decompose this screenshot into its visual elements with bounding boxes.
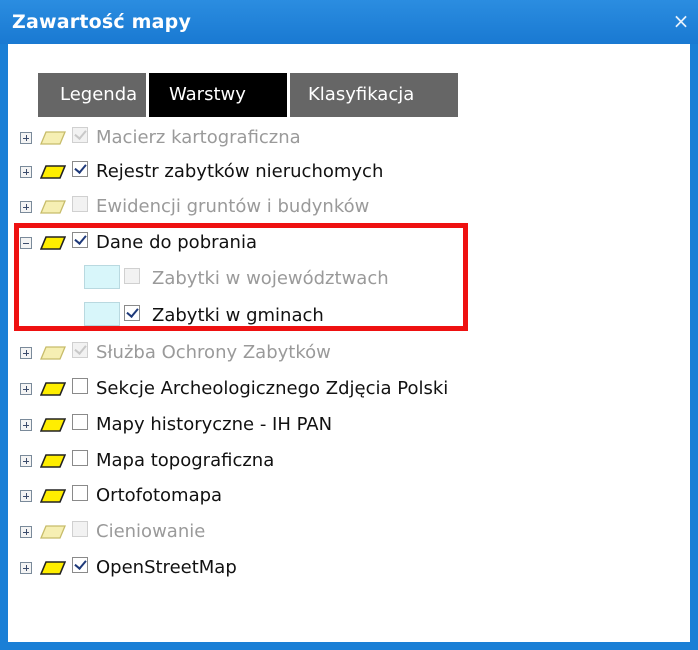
plus-box-icon[interactable] [20,201,32,213]
tab-legenda[interactable]: Legenda [38,73,146,117]
layer-checkbox-ortofotomapa[interactable] [72,485,88,501]
layer-parallelogram-icon [40,454,66,468]
legend-swatch [84,302,120,326]
window-title: Zawartość mapy [12,11,192,33]
close-icon[interactable]: × [670,10,692,32]
plus-box-icon[interactable] [20,490,32,502]
layer-checkbox-topograficzna[interactable] [72,450,88,466]
tab-warstwy[interactable]: Warstwy [149,73,287,117]
layer-label-cieniowanie: Cieniowanie [96,521,206,542]
plus-box-icon[interactable] [20,383,32,395]
layer-label-topograficzna: Mapa topograficzna [96,450,275,471]
layer-parallelogram-icon [40,346,66,360]
sublayer-row-wojewodztwa: Zabytki w województwach [8,265,668,295]
layer-parallelogram-icon [40,525,66,539]
layer-label-osm: OpenStreetMap [96,557,237,578]
tab-klasyfikacja[interactable]: Klasyfikacja [290,73,458,117]
layer-row-mapy-historyczne: Mapy historyczne - IH PAN [8,411,668,441]
layer-checkbox-wojewodztwa[interactable] [124,268,140,284]
plus-box-icon[interactable] [20,132,32,144]
layer-checkbox-osm[interactable] [72,557,88,573]
plus-box-icon[interactable] [20,526,32,538]
layer-checkbox-cieniowanie[interactable] [72,521,88,537]
plus-box-icon[interactable] [20,455,32,467]
layer-label-rejestr: Rejestr zabytków nieruchomych [96,161,384,182]
layer-row-macierz: Macierz kartograficzna [8,124,668,154]
layer-label-wojewodztwa: Zabytki w województwach [152,268,389,289]
layer-parallelogram-icon [40,131,66,145]
layer-parallelogram-icon [40,382,66,396]
plus-box-icon[interactable] [20,562,32,574]
layer-checkbox-dane[interactable] [72,232,88,248]
map-contents-window: Zawartość mapy × Legenda Warstwy Klasyfi… [0,0,698,650]
layer-row-sluzba: Służba Ochrony Zabytków [8,339,668,369]
layer-checkbox-ewidencja[interactable] [72,196,88,212]
plus-box-icon[interactable] [20,347,32,359]
layer-row-cieniowanie: Cieniowanie [8,518,668,548]
layer-label-mapy-historyczne: Mapy historyczne - IH PAN [96,414,333,435]
layer-row-ortofotomapa: Ortofotomapa [8,482,668,512]
layer-checkbox-mapy-historyczne[interactable] [72,414,88,430]
minus-box-icon[interactable] [20,237,32,249]
layer-row-rejestr: Rejestr zabytków nieruchomych [8,158,668,188]
title-bar: Zawartość mapy × [0,0,698,44]
plus-box-icon[interactable] [20,419,32,431]
layer-row-osm: OpenStreetMap [8,554,668,584]
layer-label-sekcje: Sekcje Archeologicznego Zdjęcia Polski [96,378,449,399]
tab-bar: Legenda Warstwy Klasyfikacja [38,73,461,117]
layer-label-dane: Dane do pobrania [96,232,257,253]
layer-parallelogram-icon [40,489,66,503]
sublayer-row-gminy: Zabytki w gminach [8,302,668,332]
layer-label-gminy: Zabytki w gminach [152,305,324,326]
layer-row-dane: Dane do pobrania [8,229,668,259]
layer-parallelogram-icon [40,165,66,179]
layer-parallelogram-icon [40,236,66,250]
legend-swatch [84,265,120,289]
layer-checkbox-sekcje[interactable] [72,378,88,394]
layer-checkbox-sluzba[interactable] [72,342,88,358]
window-content: Legenda Warstwy Klasyfikacja Macierz kar… [8,44,690,642]
layer-row-topograficzna: Mapa topograficzna [8,447,668,477]
layer-label-sluzba: Służba Ochrony Zabytków [96,342,331,363]
layer-row-sekcje: Sekcje Archeologicznego Zdjęcia Polski [8,375,668,405]
layer-checkbox-gminy[interactable] [124,305,140,321]
layer-parallelogram-icon [40,418,66,432]
layer-checkbox-macierz[interactable] [72,127,88,143]
layer-label-ewidencja: Ewidencji gruntów i budynków [96,196,370,217]
plus-box-icon[interactable] [20,166,32,178]
layer-checkbox-rejestr[interactable] [72,161,88,177]
layer-parallelogram-icon [40,200,66,214]
layer-label-macierz: Macierz kartograficzna [96,127,301,148]
layer-label-ortofotomapa: Ortofotomapa [96,485,223,506]
layer-parallelogram-icon [40,561,66,575]
layer-row-ewidencja: Ewidencji gruntów i budynków [8,193,668,223]
